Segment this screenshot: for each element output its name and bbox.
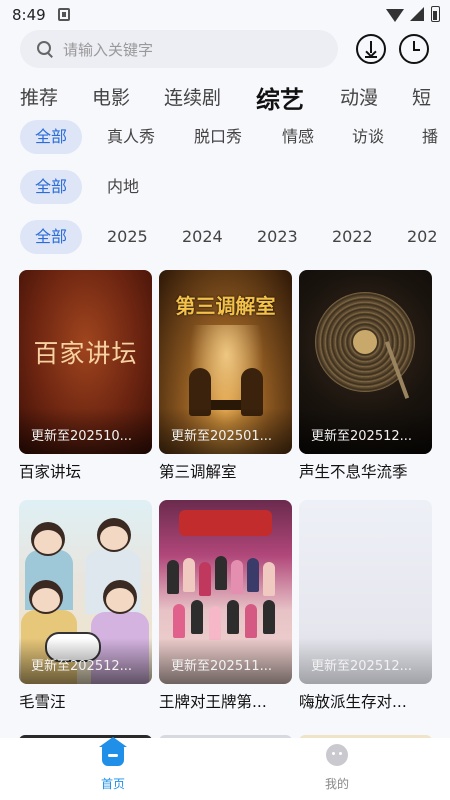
poster-title-text: 百家讲坛 bbox=[33, 339, 138, 368]
type-chip-talkshow[interactable]: 脱口秀 bbox=[194, 120, 242, 154]
tab-anime[interactable]: 动漫 bbox=[340, 83, 378, 110]
show-title: 毛雪汪 bbox=[19, 693, 66, 711]
nav-home-label: 首页 bbox=[100, 777, 125, 791]
year-chip-all[interactable]: 全部 bbox=[20, 220, 83, 254]
show-card[interactable]: 更新至202511... 王牌对王牌第... bbox=[159, 500, 292, 712]
poster-person bbox=[191, 600, 203, 634]
history-icon[interactable] bbox=[399, 34, 429, 64]
status-bar: 8:49 bbox=[0, 0, 450, 30]
show-title: 百家讲坛 bbox=[19, 463, 82, 481]
poster-person bbox=[106, 588, 134, 612]
update-status: 更新至202501... bbox=[171, 429, 273, 444]
region-chip-all[interactable]: 全部 bbox=[20, 170, 83, 204]
year-chip-2024[interactable]: 2024 bbox=[182, 220, 223, 254]
show-title: 嗨放派生存对... bbox=[299, 693, 407, 711]
show-poster: 百家讲坛 更新至202510... bbox=[19, 270, 152, 454]
type-chip-reality[interactable]: 真人秀 bbox=[107, 120, 155, 154]
show-poster-placeholder: 更新至202512... bbox=[299, 500, 432, 684]
tab-recommend[interactable]: 推荐 bbox=[20, 83, 58, 110]
nav-profile-label: 我的 bbox=[324, 777, 349, 791]
show-card[interactable]: 更新至202512... 毛雪汪 bbox=[19, 500, 152, 712]
show-card[interactable]: 更新至202512... 声生不息华流季 bbox=[299, 270, 432, 482]
show-poster: 更新至202512... bbox=[19, 500, 152, 684]
show-grid: 百家讲坛 更新至202510... 百家讲坛 第三调解室 更新至202501..… bbox=[0, 270, 450, 730]
poster-person bbox=[245, 604, 257, 638]
show-card[interactable]: 第三调解室 更新至202501... 第三调解室 bbox=[159, 270, 292, 482]
year-filter-row: 全部 2025 2024 2023 2022 202 bbox=[0, 220, 450, 254]
show-title: 声生不息华流季 bbox=[299, 463, 408, 481]
region-filter-row: 全部 内地 bbox=[0, 170, 450, 204]
search-input[interactable]: 请输入关键字 bbox=[20, 30, 338, 68]
bottom-nav: 首页 我的 bbox=[0, 737, 450, 800]
poster-person bbox=[247, 558, 259, 592]
show-title: 第三调解室 bbox=[159, 463, 237, 481]
update-status: 更新至202512... bbox=[311, 659, 413, 674]
tab-movies[interactable]: 电影 bbox=[92, 83, 130, 110]
update-status: 更新至202512... bbox=[31, 659, 133, 674]
update-status: 更新至202510... bbox=[31, 429, 133, 444]
year-chip-2025[interactable]: 2025 bbox=[107, 220, 148, 254]
poster-record-label bbox=[353, 330, 377, 354]
battery-icon bbox=[431, 6, 440, 22]
show-card[interactable]: 百家讲坛 更新至202510... 百家讲坛 bbox=[19, 270, 152, 482]
type-chip-interview[interactable]: 访谈 bbox=[352, 120, 384, 154]
tab-series[interactable]: 连续剧 bbox=[164, 83, 221, 110]
signal-icon bbox=[410, 7, 424, 21]
nav-home[interactable]: 首页 bbox=[73, 737, 153, 792]
nav-profile[interactable]: 我的 bbox=[297, 744, 377, 792]
status-time: 8:49 bbox=[12, 6, 46, 24]
show-title: 王牌对王牌第... bbox=[159, 693, 267, 711]
poster-person bbox=[263, 600, 275, 634]
year-chip-2022[interactable]: 2022 bbox=[332, 220, 373, 254]
tab-variety[interactable]: 综艺 bbox=[256, 80, 304, 114]
poster-person bbox=[227, 600, 239, 634]
poster-person bbox=[209, 606, 221, 640]
download-icon[interactable] bbox=[356, 34, 386, 64]
poster-person bbox=[199, 562, 211, 596]
search-icon bbox=[36, 40, 54, 58]
poster-person bbox=[231, 560, 243, 594]
home-icon bbox=[99, 737, 127, 766]
poster-person bbox=[183, 558, 195, 592]
year-chip-more[interactable]: 202 bbox=[407, 220, 438, 254]
poster-banner bbox=[179, 510, 272, 536]
category-tabs: 推荐 电影 连续剧 综艺 动漫 短 bbox=[20, 80, 450, 114]
poster-person bbox=[167, 560, 179, 594]
type-filter-row: 全部 真人秀 脱口秀 情感 访谈 播 bbox=[0, 120, 450, 154]
update-status: 更新至202512... bbox=[311, 429, 413, 444]
show-poster: 第三调解室 更新至202501... bbox=[159, 270, 292, 454]
search-placeholder: 请输入关键字 bbox=[63, 40, 154, 59]
type-chip-all[interactable]: 全部 bbox=[20, 120, 83, 154]
app-root: 8:49 请输入关键字 推荐 电影 连续剧 综艺 动漫 短 全部 真人秀 脱口秀… bbox=[0, 0, 450, 800]
poster-person bbox=[215, 556, 227, 590]
profile-icon bbox=[326, 744, 348, 766]
poster-person bbox=[263, 562, 275, 596]
poster-title-text: 第三调解室 bbox=[175, 294, 276, 318]
year-chip-2023[interactable]: 2023 bbox=[257, 220, 298, 254]
poster-person bbox=[34, 530, 62, 554]
region-chip-mainland[interactable]: 内地 bbox=[107, 170, 139, 204]
tab-short[interactable]: 短 bbox=[412, 83, 431, 110]
show-poster: 更新至202512... bbox=[299, 270, 432, 454]
update-status: 更新至202511... bbox=[171, 659, 273, 674]
wifi-icon bbox=[386, 9, 404, 22]
type-chip-emotion[interactable]: 情感 bbox=[282, 120, 314, 154]
poster-person bbox=[173, 604, 185, 638]
notification-icon bbox=[58, 8, 70, 21]
poster-person bbox=[100, 526, 128, 550]
show-card[interactable]: 更新至202512... 嗨放派生存对... bbox=[299, 500, 432, 712]
type-chip-more[interactable]: 播 bbox=[422, 120, 438, 154]
poster-person bbox=[32, 588, 60, 612]
show-poster: 更新至202511... bbox=[159, 500, 292, 684]
